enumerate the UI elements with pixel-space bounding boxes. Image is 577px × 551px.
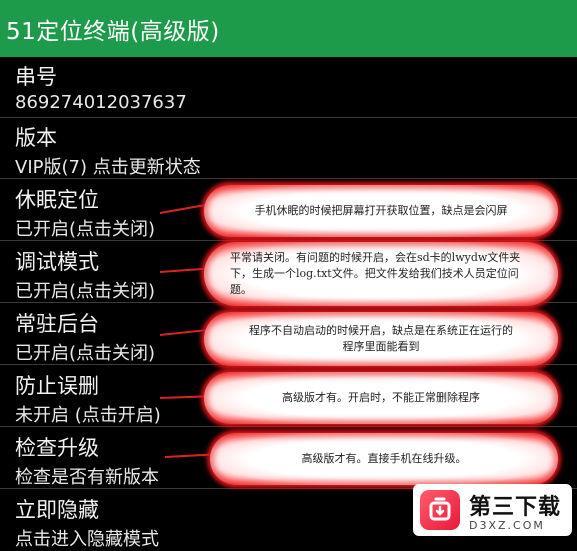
setting-version[interactable]: 版本 VIP版(7) 点击更新状态 — [0, 118, 577, 179]
setting-value: 869274012037637 — [15, 92, 187, 113]
site-watermark: 第三下载 D3XZ.COM — [413, 484, 572, 536]
app-title: 51定位终端(高级版) — [6, 18, 220, 45]
callout-debug-mode: 平常请关闭。有问题的时候开启，会在sd卡的lwydw文件夹 下，生成一个log.… — [204, 242, 558, 306]
callout-text: 程序里面能看到 — [342, 340, 420, 353]
callout-text: 程序不自动启动的时候开启，缺点是在系统正在运行的 — [249, 324, 513, 338]
setting-label: 串号 — [15, 65, 57, 89]
setting-value: VIP版(7) 点击更新状态 — [15, 157, 201, 178]
setting-imei[interactable]: 串号 869274012037637 — [0, 57, 577, 118]
setting-value: 已开启(点击关闭) — [15, 343, 156, 364]
setting-label: 立即隐藏 — [15, 498, 99, 522]
setting-label: 版本 — [15, 126, 57, 150]
setting-label: 调试模式 — [15, 250, 99, 274]
setting-label: 防止误删 — [15, 374, 99, 398]
setting-value: 检查是否有新版本 — [15, 467, 159, 488]
callout-text: 高级版才有。直接手机在线升级。 — [301, 452, 467, 466]
callout-prevent-delete: 高级版才有。开启时，不能正常删除程序 — [204, 372, 558, 424]
watermark-name: 第三下载 — [469, 494, 562, 520]
setting-value: 已开启(点击关闭) — [15, 219, 156, 240]
setting-value: 已开启(点击关闭) — [15, 281, 156, 302]
setting-label: 检查升级 — [15, 436, 99, 460]
callout-text: 手机休眠的时候把屏幕打开获取位置，缺点是会闪屏 — [254, 204, 508, 218]
download-logo-icon — [420, 490, 460, 530]
callout-text: 高级版才有。开启时，不能正常删除程序 — [282, 391, 480, 405]
callout-text: 下，生成一个log.txt文件。把文件发给我们技术人员定位问 — [230, 267, 519, 281]
callout-sleep-locate: 手机休眠的时候把屏幕打开获取位置，缺点是会闪屏 — [204, 185, 558, 237]
callout-text: 题。 — [230, 282, 252, 296]
setting-value: 点击进入隐藏模式 — [15, 529, 159, 550]
setting-value: 未开启 (点击开启) — [15, 405, 161, 426]
callout-keep-background: 程序不自动启动的时候开启，缺点是在系统正在运行的 程序里面能看到 — [204, 312, 558, 366]
setting-label: 休眠定位 — [15, 188, 99, 212]
app-title-bar: 51定位终端(高级版) — [0, 0, 577, 57]
setting-label: 常驻后台 — [15, 312, 99, 336]
callout-check-update: 高级版才有。直接手机在线升级。 — [210, 433, 558, 485]
callout-text: 平常请关闭。有问题的时候开启，会在sd卡的lwydw文件夹 — [230, 251, 521, 265]
